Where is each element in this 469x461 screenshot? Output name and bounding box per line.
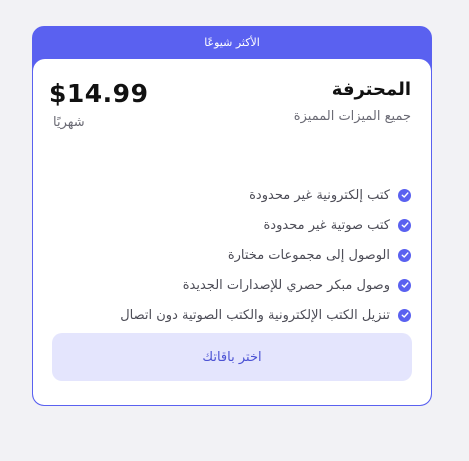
check-circle-icon: [398, 278, 411, 292]
check-circle-icon: [398, 248, 411, 262]
choose-plan-button[interactable]: اختر باقاتك: [52, 333, 412, 381]
feature-item: كتب إلكترونية غير محدودة: [120, 180, 411, 210]
feature-label: وصول مبكر حصري للإصدارات الجديدة: [182, 277, 390, 293]
feature-label: تنزيل الكتب الإلكترونية والكتب الصوتية د…: [120, 307, 390, 323]
check-circle-icon: [398, 218, 411, 232]
check-circle-icon: [398, 188, 411, 202]
feature-label: كتب إلكترونية غير محدودة: [249, 187, 390, 203]
feature-item: كتب صوتية غير محدودة: [120, 210, 411, 240]
feature-label: كتب صوتية غير محدودة: [263, 217, 391, 233]
feature-label: الوصول إلى مجموعات مختارة: [227, 247, 390, 263]
feature-item: الوصول إلى مجموعات مختارة: [120, 240, 411, 270]
billing-period: شهريًا: [53, 115, 85, 130]
feature-item: تنزيل الكتب الإلكترونية والكتب الصوتية د…: [120, 300, 411, 330]
pricing-card: الأكثر شيوعًا المحترفة جميع الميزات المم…: [32, 26, 432, 406]
plan-price: $14.99: [49, 79, 149, 108]
feature-item: وصول مبكر حصري للإصدارات الجديدة: [120, 270, 411, 300]
check-circle-icon: [398, 308, 411, 322]
pricing-card-body: المحترفة جميع الميزات المميزة $14.99 شهر…: [33, 59, 431, 405]
plan-name: المحترفة: [331, 79, 411, 100]
feature-list: كتب إلكترونية غير محدودة كتب صوتية غير م…: [120, 180, 411, 330]
plan-subtitle: جميع الميزات المميزة: [293, 109, 411, 124]
most-popular-ribbon: الأكثر شيوعًا: [204, 36, 260, 49]
